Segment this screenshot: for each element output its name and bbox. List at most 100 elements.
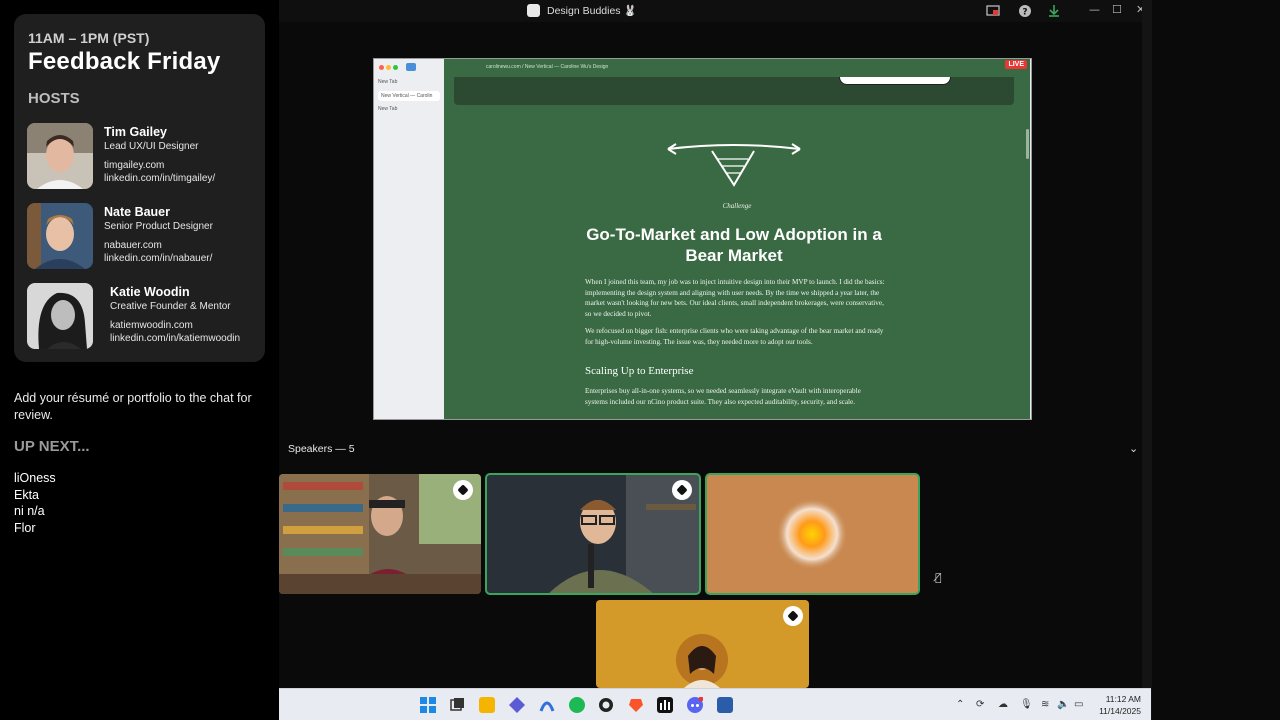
page-scrollbar	[1026, 129, 1029, 159]
up-next-queue: liOness Ekta ni n/a Flor	[14, 470, 56, 536]
url-bar: carolinewu.com / New Vertical — Caroline…	[444, 59, 1030, 77]
video-feed	[279, 474, 481, 594]
app-tile-icon[interactable]	[717, 697, 733, 713]
app-diamond-icon[interactable]	[509, 697, 525, 713]
event-title: Feedback Friday	[28, 48, 221, 75]
shield-icon	[672, 480, 692, 500]
zoom-dot-icon	[393, 65, 398, 70]
live-badge: LIVE	[1005, 60, 1027, 69]
minimize-button[interactable]: —	[1089, 3, 1100, 16]
host-website-link: katiemwoodin.com	[110, 320, 193, 331]
host-card: Katie Woodin Creative Founder & Mentor k…	[27, 283, 257, 349]
browser-arc-icon[interactable]	[539, 697, 555, 713]
queue-item: Ekta	[14, 487, 40, 502]
svg-text:?: ?	[1022, 8, 1027, 18]
windows-taskbar: ⌃ ⟳ ☁ 🎙 ≋ 🔈 ▭ 11:12 AM 11/14/2025	[279, 688, 1151, 720]
screen-share-icon[interactable]	[986, 4, 1000, 18]
host-role: Lead UX/UI Designer	[104, 141, 199, 152]
battery-icon[interactable]: ▭	[1074, 699, 1083, 710]
event-time: 11AM – 1PM (PST)	[28, 30, 150, 46]
browser-sidebar: New Tab New Vertical — Carolin New Tab	[374, 59, 444, 419]
wifi-icon[interactable]: ≋	[1041, 699, 1049, 710]
shield-icon	[783, 606, 803, 626]
host-name: Nate Bauer	[104, 205, 170, 219]
speakers-heading: Speakers — 5	[288, 443, 355, 455]
article-headline: Go-To-Market and Low Adoption in a Bear …	[586, 225, 882, 265]
download-icon[interactable]	[1047, 4, 1061, 18]
avatar	[27, 203, 93, 269]
muted-mic-icon: 🎙̸	[935, 571, 942, 584]
article-subheading: Scaling Up to Enterprise	[585, 365, 694, 377]
host-linkedin-link: linkedin.com/in/katiemwoodin	[110, 333, 241, 344]
server-icon	[527, 4, 540, 17]
portfolio-note: Add your résumé or portfolio to the chat…	[14, 391, 252, 422]
host-website-link: nabauer.com	[104, 240, 162, 251]
brave-browser-icon[interactable]	[628, 697, 644, 713]
tray-overflow-icon[interactable]: ⌃	[956, 699, 964, 710]
host-photo	[27, 283, 93, 349]
queue-item: ni n/a	[14, 504, 45, 518]
window-titlebar: Design Buddies 🐰 ? — ☐ ✕	[279, 0, 1151, 22]
profile-icon	[406, 63, 416, 71]
maximize-button[interactable]: ☐	[1112, 3, 1122, 16]
window-title: Design Buddies 🐰	[547, 5, 637, 17]
windows-start-icon[interactable]	[420, 697, 436, 713]
browser-tab: New Tab	[378, 106, 398, 112]
hosts-heading: HOSTS	[28, 90, 80, 107]
speaker-video-tile[interactable]	[485, 473, 701, 595]
section-label: Challenge	[722, 202, 752, 210]
host-card: Tim Gailey Lead UX/UI Designer timgailey…	[27, 123, 257, 189]
spotify-icon[interactable]	[569, 697, 585, 713]
audio-app-icon[interactable]	[657, 697, 673, 713]
task-view-icon[interactable]	[449, 697, 465, 713]
up-next-heading: UP NEXT...	[14, 438, 90, 455]
orb-avatar	[776, 498, 848, 570]
minimize-dot-icon	[386, 65, 391, 70]
browser-content: carolinewu.com / New Vertical — Caroline…	[444, 59, 1030, 419]
chevron-down-icon[interactable]: ⌄	[1129, 442, 1138, 455]
article-paragraph: When I joined this team, my job was to i…	[585, 278, 885, 318]
host-photo	[27, 123, 93, 189]
host-name: Katie Woodin	[110, 285, 190, 299]
obs-icon[interactable]	[598, 697, 614, 713]
funnel-illustration	[667, 143, 801, 187]
speaker-video-tile[interactable]	[279, 474, 481, 594]
article-paragraph: Enterprises buy all-in-one systems, so w…	[585, 387, 861, 406]
member-list-edge	[1142, 0, 1152, 720]
queue-item: Flor	[14, 520, 36, 535]
host-name: Tim Gailey	[104, 125, 167, 139]
discord-window: Design Buddies 🐰 ? — ☐ ✕ New Tab New Ver…	[279, 0, 1280, 720]
site-nav-pill	[839, 77, 951, 85]
close-dot-icon	[379, 65, 384, 70]
host-role: Senior Product Designer	[104, 221, 213, 232]
queue-item: liOness	[14, 471, 56, 485]
discord-icon[interactable]	[687, 696, 704, 713]
avatar	[676, 634, 728, 688]
volume-icon[interactable]: 🔈	[1057, 699, 1069, 710]
tray-sync-icon[interactable]: ⟳	[976, 699, 984, 710]
host-linkedin-link: linkedin.com/in/nabauer/	[104, 253, 213, 264]
url-text: carolinewu.com / New Vertical — Caroline…	[486, 64, 609, 70]
host-card: Nate Bauer Senior Product Designer nabau…	[27, 203, 257, 269]
clock-time: 11:12 AM	[1105, 694, 1141, 704]
browser-tab-active: New Vertical — Carolin	[378, 91, 440, 101]
speaker-avatar-tile[interactable]	[596, 600, 809, 688]
clock-date: 11/14/2025	[1099, 706, 1141, 716]
speaker-avatar-tile[interactable]	[705, 473, 920, 595]
article-paragraph: We refocused on bigger fish: enterprise …	[585, 327, 884, 346]
avatar	[27, 123, 93, 189]
microphone-icon[interactable]: 🎙	[1020, 699, 1033, 710]
cloud-icon[interactable]: ☁	[998, 699, 1008, 710]
screen-share-stream[interactable]: New Tab New Vertical — Carolin New Tab c…	[373, 58, 1032, 420]
host-role: Creative Founder & Mentor	[110, 301, 231, 312]
avatar	[27, 283, 93, 349]
host-linkedin-link: linkedin.com/in/timgailey/	[104, 173, 216, 184]
system-clock[interactable]: 11:12 AM 11/14/2025	[1089, 693, 1141, 717]
video-feed	[486, 474, 700, 594]
file-explorer-icon[interactable]	[479, 697, 495, 713]
host-photo	[27, 203, 93, 269]
browser-tab: New Tab	[378, 79, 398, 85]
stream-overlay-panel: 11AM – 1PM (PST) Feedback Friday HOSTS T…	[0, 0, 279, 720]
help-icon[interactable]: ?	[1018, 4, 1032, 18]
shield-icon	[453, 480, 473, 500]
